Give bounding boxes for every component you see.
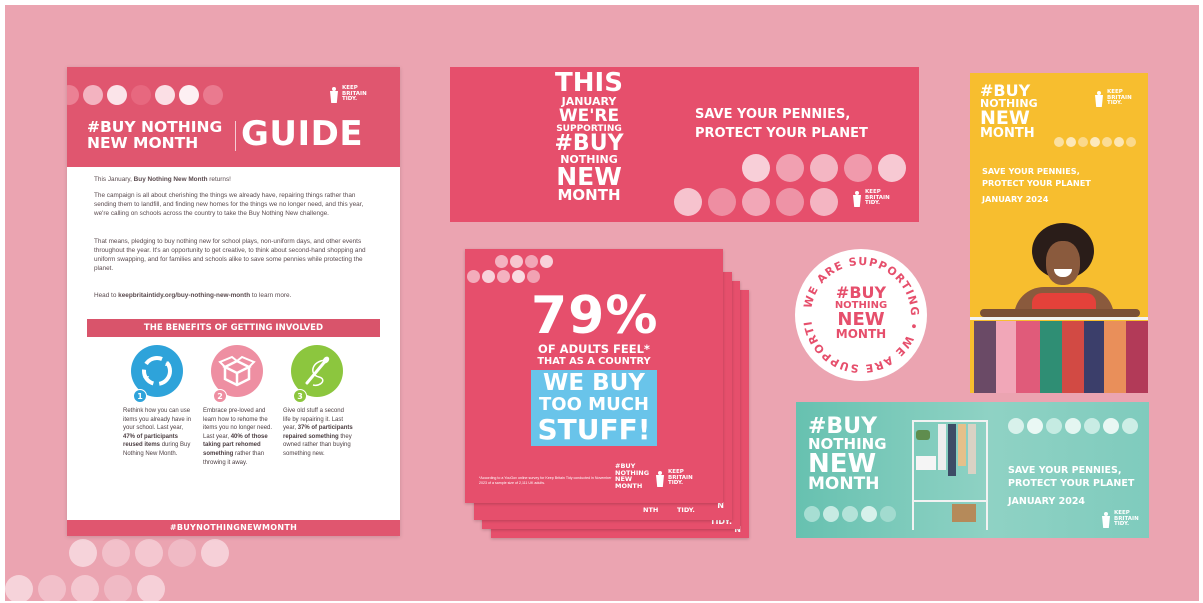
survey-footnote: *According to a YouGov online survey for…	[479, 476, 612, 485]
box-icon: 2	[211, 345, 263, 403]
badge-center-text: #BUY NOTHING NEW MONTH	[834, 283, 888, 341]
bin-icon	[1094, 91, 1105, 107]
guide-url: keepbritaintidy.org/buy-nothing-new-mont…	[118, 292, 251, 299]
banner-headline: THIS JANUARY WE'RE SUPPORTING #BUY NOTHI…	[554, 68, 624, 204]
clothes-rail	[970, 317, 1148, 320]
social-brand: #BUY NOTHING NEW MONTH	[615, 462, 650, 490]
benefit-text-3: Give old stuff a second life by repairin…	[283, 408, 353, 457]
benefit-number-2: 2	[213, 389, 227, 403]
guide-header: KEEP BRITAIN TIDY. #BUY NOTHING NEW MONT…	[67, 67, 400, 167]
logo-text-tidy: TIDY.	[342, 96, 358, 103]
needle-thread-icon: 3	[291, 345, 343, 403]
benefit-text-2: Embrace pre-loved and learn how to rehom…	[203, 408, 273, 466]
clothes-rail-photo	[908, 416, 992, 530]
peek-text-1: NTH	[643, 506, 659, 514]
guide-title-hashtag: #BUY NOTHING NEW MONTH	[87, 119, 222, 151]
yellow-tagline: SAVE YOUR PENNIES, PROTECT YOUR PLANET J…	[982, 166, 1091, 204]
bin-icon	[1101, 512, 1112, 528]
mockup-canvas: KEEP BRITAIN TIDY. #BUY NOTHING NEW MONT…	[5, 5, 1199, 601]
benefit-rehome: 2 Embrace pre-loved and learn how to reh…	[201, 345, 273, 467]
title-line-2: NEW MONTH	[87, 134, 199, 152]
guide-link-line: Head to keepbritaintidy.org/buy-nothing-…	[94, 292, 292, 299]
stat-line-1: OF ADULTS FEEL*	[538, 342, 650, 356]
guide-poster: KEEP BRITAIN TIDY. #BUY NOTHING NEW MONT…	[67, 67, 400, 536]
stat-line-2: THAT AS A COUNTRY	[537, 356, 651, 367]
guide-paragraph-3: That means, pledging to buy nothing new …	[94, 238, 366, 272]
benefit-number-3: 3	[293, 389, 307, 403]
teal-headline: #BUY NOTHING NEW MONTH	[808, 414, 887, 494]
banner-tagline: SAVE YOUR PENNIES, PROTECT YOUR PLANET	[695, 107, 868, 141]
teal-banner: #BUY NOTHING NEW MONTH SAVE YOUR PENNIES…	[796, 402, 1149, 538]
person-photo	[970, 223, 1148, 393]
benefit-reuse: 1 Rethink how you can use items you alre…	[121, 345, 193, 459]
guide-paragraph-2: The campaign is all about cherishing the…	[94, 192, 364, 217]
bin-icon	[852, 191, 863, 207]
teal-tagline: SAVE YOUR PENNIES, PROTECT YOUR PLANET J…	[1008, 465, 1135, 507]
supporter-badge: WE ARE SUPPORTING • WE ARE SUPPORTING • …	[795, 249, 927, 381]
title-line-1: #BUY NOTHING	[87, 118, 223, 136]
peek-text-2: TIDY.	[677, 506, 695, 514]
yellow-headline: #BUY NOTHING NEW MONTH	[980, 81, 1038, 141]
bin-icon	[655, 471, 666, 487]
stat-highlight-text: WE BUY TOO MUCH STUFF!	[537, 370, 651, 446]
social-card-front: 79% OF ADULTS FEEL* THAT AS A COUNTRY WE…	[465, 249, 723, 503]
guide-footer-hashtag: #BUYNOTHINGNEWMONTH	[67, 520, 400, 536]
bin-icon	[329, 87, 340, 103]
benefit-number-1: 1	[133, 389, 147, 403]
benefit-repair: 3 Give old stuff a second life by repair…	[281, 345, 353, 459]
yellow-poster: #BUY NOTHING NEW MONTH KEEP BRITAIN TIDY. …	[970, 73, 1148, 393]
benefits-heading: THE BENEFITS OF GETTING INVOLVED	[87, 319, 380, 337]
benefit-text-1: Rethink how you can use items you alread…	[123, 408, 192, 457]
guide-title-big: GUIDE	[241, 114, 364, 154]
stat-percent: 79%	[531, 286, 659, 346]
guide-intro: This January, Buy Nothing New Month retu…	[94, 176, 231, 183]
recycle-icon: 1	[131, 345, 183, 403]
pink-banner: THIS JANUARY WE'RE SUPPORTING #BUY NOTHI…	[450, 67, 919, 222]
title-divider	[235, 121, 236, 151]
